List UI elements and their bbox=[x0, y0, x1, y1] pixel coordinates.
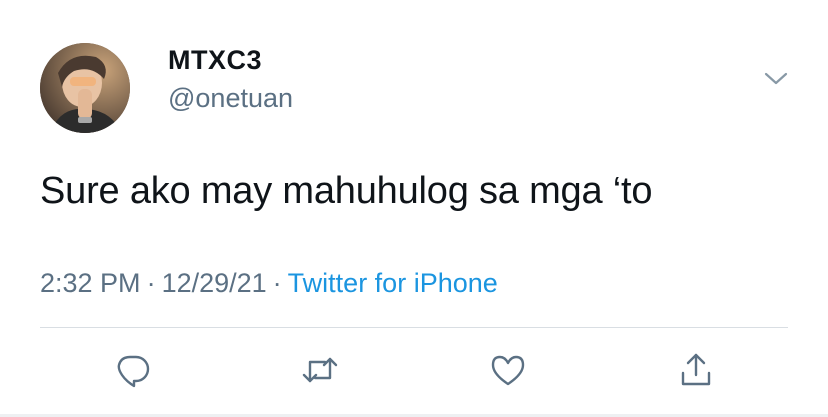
user-handle[interactable]: @onetuan bbox=[168, 83, 293, 114]
display-name[interactable]: MTXC3 bbox=[168, 45, 262, 76]
tweet-time[interactable]: 2:32 PM bbox=[40, 268, 141, 298]
meta-separator: · bbox=[146, 268, 156, 298]
like-button[interactable] bbox=[488, 350, 528, 390]
avatar-image bbox=[40, 43, 130, 133]
share-icon bbox=[681, 353, 711, 386]
tweet-text: Sure ako may mahuhulog sa mga ‘to bbox=[40, 170, 653, 212]
tweet-source-link[interactable]: Twitter for iPhone bbox=[288, 268, 498, 298]
meta-separator: · bbox=[272, 268, 282, 298]
divider bbox=[40, 327, 788, 328]
retweet-button[interactable] bbox=[300, 350, 340, 390]
reply-icon bbox=[117, 355, 150, 388]
reply-button[interactable] bbox=[113, 350, 153, 390]
retweet-icon bbox=[302, 357, 338, 383]
chevron-down-icon[interactable] bbox=[763, 68, 789, 88]
heart-icon bbox=[491, 355, 525, 386]
share-button[interactable] bbox=[676, 350, 716, 390]
avatar[interactable] bbox=[40, 43, 130, 133]
tweet-date[interactable]: 12/29/21 bbox=[162, 268, 267, 298]
tweet-meta: 2:32 PM · 12/29/21 · Twitter for iPhone bbox=[40, 268, 498, 299]
